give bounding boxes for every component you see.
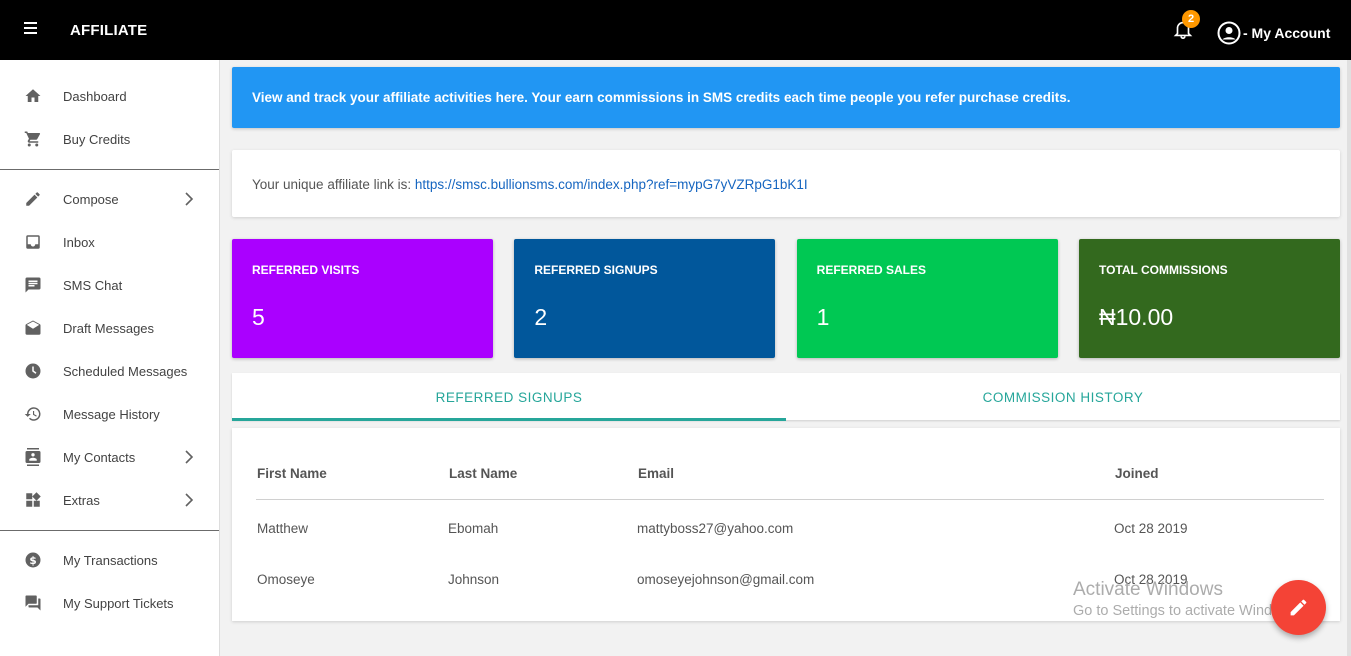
sidebar-item-label: Dashboard bbox=[63, 89, 127, 104]
table-header-row: First Name Last Name Email Joined bbox=[256, 428, 1324, 500]
clock-icon bbox=[25, 363, 41, 379]
notification-badge: 2 bbox=[1182, 10, 1200, 28]
sidebar: Dashboard Buy Credits Compose Inbox SMS … bbox=[0, 60, 220, 656]
sidebar-item-my-transactions[interactable]: $ My Transactions bbox=[0, 539, 219, 582]
stat-value: 5 bbox=[252, 304, 265, 330]
app-title: AFFILIATE bbox=[70, 22, 148, 39]
stat-title: TOTAL COMMISSIONS bbox=[1098, 263, 1228, 277]
stat-title: REFERRED SIGNUPS bbox=[534, 263, 658, 277]
tab-commission-history[interactable]: COMMISSION HISTORY bbox=[786, 373, 1340, 420]
column-header-last-name[interactable]: Last Name bbox=[448, 428, 637, 500]
cell-last-name: Ebomah bbox=[448, 521, 499, 536]
widgets-icon bbox=[26, 492, 41, 507]
drafts-icon bbox=[25, 320, 41, 335]
sidebar-item-draft-messages[interactable]: Draft Messages bbox=[0, 307, 219, 350]
sidebar-item-label: Compose bbox=[63, 192, 119, 207]
sidebar-item-label: My Support Tickets bbox=[63, 596, 174, 611]
sidebar-item-compose[interactable]: Compose bbox=[0, 178, 219, 221]
sidebar-item-my-support-tickets[interactable]: My Support Tickets bbox=[0, 582, 219, 625]
stat-value: 1 bbox=[816, 304, 830, 330]
sidebar-item-label: Extras bbox=[63, 493, 100, 508]
compose-fab-button[interactable] bbox=[1271, 580, 1326, 635]
cart-icon bbox=[24, 131, 41, 147]
history-icon bbox=[24, 407, 41, 421]
page-scrollbar[interactable] bbox=[1347, 60, 1351, 656]
sidebar-item-inbox[interactable]: Inbox bbox=[0, 221, 219, 264]
cell-joined: Oct 28 2019 bbox=[1114, 521, 1188, 536]
sidebar-item-dashboard[interactable]: Dashboard bbox=[0, 75, 219, 118]
home-icon bbox=[25, 89, 41, 102]
cell-first-name: Matthew bbox=[257, 521, 309, 536]
contacts-icon bbox=[25, 448, 41, 466]
sidebar-item-sms-chat[interactable]: SMS Chat bbox=[0, 264, 219, 307]
svg-text:$: $ bbox=[29, 555, 36, 567]
stat-value: 2 bbox=[534, 304, 548, 330]
sidebar-item-buy-credits[interactable]: Buy Credits bbox=[0, 118, 219, 161]
affiliate-link-card: Your unique affiliate link is: https://s… bbox=[232, 150, 1340, 217]
sidebar-item-extras[interactable]: Extras bbox=[0, 479, 219, 522]
sidebar-item-label: Inbox bbox=[63, 235, 95, 250]
sidebar-item-label: My Transactions bbox=[63, 553, 158, 568]
affiliate-link-label: Your unique affiliate link is: bbox=[252, 177, 415, 192]
column-header-joined[interactable]: Joined bbox=[1114, 428, 1324, 500]
sidebar-item-label: SMS Chat bbox=[63, 278, 123, 293]
stat-card-referred-sales: REFERRED SALES 1 bbox=[796, 239, 1058, 358]
account-circle-icon bbox=[1217, 21, 1241, 45]
affiliate-link[interactable]: https://smsc.bullionsms.com/index.php?re… bbox=[415, 177, 808, 192]
chevron-right-icon bbox=[185, 493, 194, 507]
stat-card-referred-signups: REFERRED SIGNUPS 2 bbox=[514, 239, 776, 358]
cell-email: omoseyejohnson@gmail.com bbox=[637, 572, 815, 587]
sidebar-item-label: Buy Credits bbox=[63, 132, 131, 147]
sidebar-item-label: My Contacts bbox=[63, 450, 136, 465]
table-row: Omoseye Johnson omoseyejohnson@gmail.com… bbox=[256, 551, 1324, 602]
pencil-icon bbox=[26, 192, 40, 206]
chevron-right-icon bbox=[185, 450, 194, 464]
column-header-email[interactable]: Email bbox=[637, 428, 1114, 500]
dollar-icon: $ bbox=[25, 552, 41, 568]
hamburger-icon[interactable] bbox=[24, 22, 40, 38]
sidebar-item-label: Message History bbox=[63, 407, 160, 422]
cell-first-name: Omoseye bbox=[257, 572, 315, 587]
tab-referred-signups[interactable]: REFERRED SIGNUPS bbox=[232, 373, 786, 421]
stat-title: REFERRED SALES bbox=[816, 263, 927, 277]
sidebar-item-label: Draft Messages bbox=[63, 321, 155, 336]
tab-bar: REFERRED SIGNUPS COMMISSION HISTORY bbox=[232, 373, 1340, 421]
top-app-bar: AFFILIATE 2 - My Account bbox=[0, 0, 1351, 60]
forum-icon bbox=[25, 595, 41, 611]
pencil-icon bbox=[1290, 599, 1307, 616]
stat-value: ₦10.00 bbox=[1098, 304, 1174, 330]
my-account-menu[interactable]: - My Account bbox=[1217, 21, 1330, 45]
sidebar-divider bbox=[0, 530, 219, 531]
chat-icon bbox=[25, 277, 41, 293]
chevron-right-icon bbox=[185, 192, 194, 206]
sidebar-item-message-history[interactable]: Message History bbox=[0, 393, 219, 436]
info-banner: View and track your affiliate activities… bbox=[232, 67, 1340, 128]
stats-row: REFERRED VISITS 5 REFERRED SIGNUPS 2 REF… bbox=[232, 239, 1340, 358]
my-account-label: - My Account bbox=[1243, 25, 1331, 41]
column-header-first-name[interactable]: First Name bbox=[256, 428, 448, 500]
main-content: View and track your affiliate activities… bbox=[232, 67, 1340, 621]
cell-last-name: Johnson bbox=[448, 572, 500, 587]
sidebar-item-my-contacts[interactable]: My Contacts bbox=[0, 436, 219, 479]
cell-email: mattyboss27@yahoo.com bbox=[637, 521, 794, 536]
sidebar-divider bbox=[0, 169, 219, 170]
referred-signups-table: First Name Last Name Email Joined Matthe… bbox=[256, 428, 1324, 602]
sidebar-item-scheduled-messages[interactable]: Scheduled Messages bbox=[0, 350, 219, 393]
table-row: Matthew Ebomah mattyboss27@yahoo.com Oct… bbox=[256, 500, 1324, 551]
stat-card-total-commissions: TOTAL COMMISSIONS ₦10.00 bbox=[1078, 239, 1340, 358]
inbox-icon bbox=[26, 235, 40, 249]
stat-title: REFERRED VISITS bbox=[252, 263, 360, 277]
referred-signups-card: First Name Last Name Email Joined Matthe… bbox=[232, 428, 1340, 621]
stat-card-referred-visits: REFERRED VISITS 5 bbox=[232, 239, 493, 358]
sidebar-item-label: Scheduled Messages bbox=[63, 364, 188, 379]
